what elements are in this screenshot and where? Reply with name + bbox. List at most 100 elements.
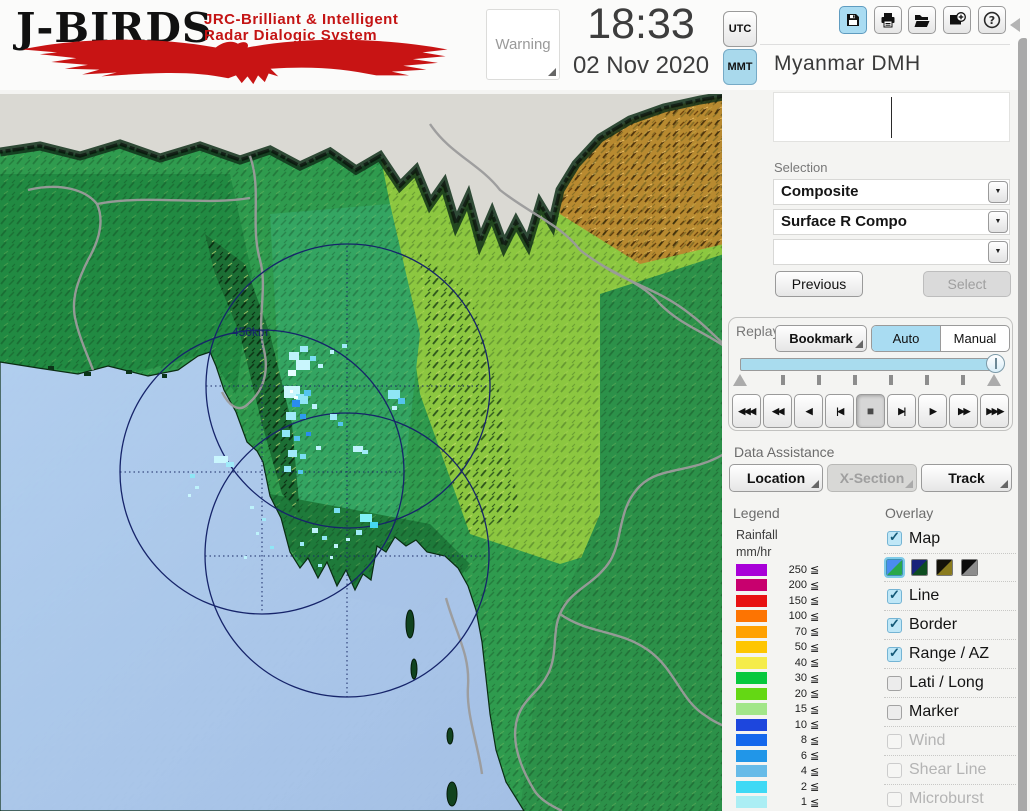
replay-slider-track[interactable] — [740, 358, 1002, 371]
legend-lte-symbol: ≦ — [810, 564, 820, 577]
legend-value: 40 — [794, 656, 807, 669]
map-style-swatch-3[interactable] — [936, 559, 953, 576]
timezone-utc-button[interactable]: UTC — [723, 11, 757, 47]
svg-text:?: ? — [989, 14, 995, 27]
rewind-button[interactable]: ◀◀ — [763, 394, 792, 428]
legend-row: 100 ≦ — [736, 609, 846, 625]
checkbox-marker[interactable] — [887, 704, 902, 720]
map-style-swatch-2[interactable] — [911, 559, 928, 576]
dropdown-value: Surface R Compo — [781, 213, 907, 230]
overlay-item-label: Line — [909, 587, 940, 604]
legend-lte-symbol: ≦ — [810, 657, 820, 670]
save-button[interactable] — [839, 6, 867, 34]
chevron-down-icon[interactable]: ▼ — [988, 181, 1008, 203]
logo-subtitle-line1: JRC-Brilliant & Intelligent — [204, 11, 399, 28]
eagle-logo-icon — [22, 39, 448, 85]
playback-controls: ◀◀◀ ◀◀ ◀ |◀ ■ ▶| ▶ ▶▶ ▶▶▶ — [732, 394, 1009, 428]
dropdown-product-type[interactable]: Surface R Compo ▼ — [773, 209, 1010, 235]
legend-value: 4 — [800, 765, 807, 778]
range-ring-label: 450km — [232, 325, 268, 339]
panel-collapse-arrow-icon[interactable] — [1010, 18, 1020, 32]
timezone-mmt-button[interactable]: MMT — [723, 49, 757, 85]
legend-row: 20 ≦ — [736, 686, 846, 702]
legend-color-swatch — [736, 765, 767, 778]
legend-lte-symbol: ≦ — [810, 688, 820, 701]
map-style-swatch-4[interactable] — [961, 559, 978, 576]
legend-color-swatch — [736, 687, 767, 700]
dropdown-product-option[interactable]: ▼ — [773, 239, 1010, 265]
legend-value: 250 — [788, 563, 807, 576]
legend-color-swatch — [736, 579, 767, 592]
forward-button[interactable]: ▶▶ — [949, 394, 978, 428]
checkbox-line[interactable] — [887, 587, 902, 604]
overlay-label: Overlay — [885, 505, 934, 521]
help-button[interactable]: ? — [977, 6, 1006, 34]
track-button[interactable]: Track — [921, 464, 1012, 492]
manual-mode-button[interactable]: Manual — [941, 326, 1009, 351]
print-icon — [881, 13, 895, 28]
vertical-scrollbar[interactable] — [1018, 38, 1027, 811]
replay-slider-handle[interactable] — [986, 354, 1005, 373]
site-title: Myanmar DMH — [774, 52, 921, 75]
open-file-icon — [914, 15, 930, 27]
select-button[interactable]: Select — [923, 271, 1011, 297]
legend-lte-symbol: ≦ — [810, 719, 820, 732]
chevron-down-icon[interactable]: ▼ — [988, 241, 1008, 263]
replay-range-start-marker[interactable] — [733, 374, 747, 386]
legend-lte-symbol: ≦ — [810, 734, 820, 747]
legend-row: 10 ≦ — [736, 717, 846, 733]
overlay-item-label: Border — [909, 616, 958, 633]
replay-range-end-marker[interactable] — [987, 374, 1001, 386]
dropdown-product-category[interactable]: Composite ▼ — [773, 179, 1010, 205]
legend-value: 2 — [800, 780, 807, 793]
toolbar-divider — [760, 44, 1010, 45]
overlay-item-shear-line: Shear Line — [884, 755, 1016, 784]
legend-value: 200 — [788, 579, 807, 592]
legend-value: 30 — [794, 672, 807, 685]
overlay-list: Map Line Border Range / AZ Lati / Long Marker… — [884, 524, 1016, 811]
legend-unit-line2: mm/hr — [736, 545, 772, 559]
add-image-button[interactable] — [943, 6, 972, 34]
step-back-button[interactable]: |◀ — [825, 394, 854, 428]
legend-color-swatch — [736, 734, 767, 747]
legend-color-swatch — [736, 796, 767, 809]
location-button[interactable]: Location — [729, 464, 823, 492]
help-icon: ? — [983, 11, 1000, 29]
rewind-fast-button[interactable]: ◀◀◀ — [732, 394, 761, 428]
selection-label: Selection — [774, 160, 828, 175]
checkbox-range-az[interactable] — [887, 645, 902, 662]
bookmark-button[interactable]: Bookmark — [775, 325, 867, 352]
legend-color-swatch — [736, 625, 767, 638]
legend-lte-symbol: ≦ — [810, 703, 820, 716]
print-button[interactable] — [873, 6, 902, 34]
stop-button[interactable]: ■ — [856, 394, 885, 428]
open-file-button[interactable] — [908, 6, 937, 34]
legend-color-swatch — [736, 594, 767, 607]
legend-lte-symbol: ≦ — [810, 796, 820, 809]
warning-button[interactable]: Warning — [486, 9, 560, 80]
jbirds-app: 450km J-BIRDS JRC-Brilliant & Intelligen… — [0, 0, 1030, 811]
auto-mode-button[interactable]: Auto — [872, 326, 941, 351]
legend-color-swatch — [736, 610, 767, 623]
chevron-down-icon[interactable]: ▼ — [988, 211, 1008, 233]
map-style-swatch-1[interactable] — [884, 557, 905, 578]
legend-row: 8 ≦ — [736, 733, 846, 749]
map-style-swatches — [884, 553, 1016, 581]
forward-fast-button[interactable]: ▶▶▶ — [980, 394, 1009, 428]
legend-row: 15 ≦ — [736, 702, 846, 718]
map-viewport[interactable]: 450km — [0, 94, 724, 811]
overlay-item-label: Marker — [909, 703, 959, 720]
checkbox-lati-long[interactable] — [887, 675, 902, 691]
previous-button[interactable]: Previous — [775, 271, 863, 297]
overlay-item-lati-long: Lati / Long — [884, 668, 1016, 697]
clock-time: 18:33 — [587, 0, 695, 48]
replay-group: Replay Bookmark Auto Manual ◀◀◀ ◀◀ ◀ |◀ ■ ▶| ▶… — [728, 317, 1013, 431]
play-reverse-button[interactable]: ◀ — [794, 394, 823, 428]
play-button[interactable]: ▶ — [918, 394, 947, 428]
legend-lte-symbol: ≦ — [810, 579, 820, 592]
step-forward-button[interactable]: ▶| — [887, 394, 916, 428]
checkbox-map[interactable] — [887, 529, 902, 546]
legend-lte-symbol: ≦ — [810, 641, 820, 654]
checkbox-border[interactable] — [887, 616, 902, 633]
x-section-button[interactable]: X-Section — [827, 464, 917, 492]
